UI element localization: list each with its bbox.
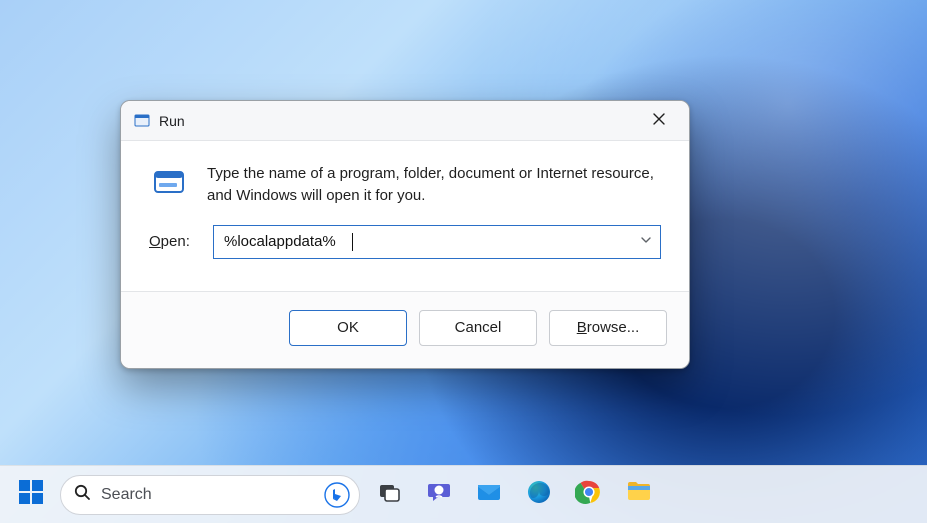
run-dialog: Run Type the name of a program, folder, … [120, 100, 690, 369]
close-icon [653, 112, 665, 130]
button-row: OK Cancel Browse... [121, 291, 689, 368]
folder-icon [625, 478, 653, 511]
dropdown-button[interactable] [632, 226, 660, 258]
start-button[interactable] [10, 474, 52, 516]
desktop: Run Type the name of a program, folder, … [0, 0, 927, 523]
mail-icon [475, 478, 503, 511]
close-button[interactable] [637, 107, 681, 135]
description-text: Type the name of a program, folder, docu… [207, 163, 661, 207]
chat-icon [426, 479, 452, 510]
task-view-icon [377, 480, 401, 509]
search-icon [73, 483, 91, 506]
chat-button[interactable] [418, 474, 460, 516]
windows-logo-icon [17, 478, 45, 511]
edge-button[interactable] [518, 474, 560, 516]
run-large-icon [149, 163, 189, 203]
open-input[interactable] [214, 226, 632, 258]
title-text: Run [159, 113, 185, 129]
run-icon [133, 112, 151, 130]
open-label: Open: [149, 233, 195, 250]
taskbar-search[interactable]: Search [60, 475, 360, 515]
dialog-body: Type the name of a program, folder, docu… [121, 141, 689, 217]
text-caret [352, 233, 353, 251]
bing-chat-icon[interactable] [323, 481, 351, 509]
cancel-button[interactable]: Cancel [419, 310, 537, 346]
edge-icon [525, 478, 553, 511]
search-placeholder: Search [101, 486, 313, 504]
open-combobox[interactable] [213, 225, 661, 259]
task-view-button[interactable] [368, 474, 410, 516]
browse-button[interactable]: Browse... [549, 310, 667, 346]
ok-button[interactable]: OK [289, 310, 407, 346]
open-row: Open: [121, 217, 689, 259]
titlebar: Run [121, 101, 689, 141]
mail-button[interactable] [468, 474, 510, 516]
taskbar: Search [0, 465, 927, 523]
chrome-icon [575, 478, 603, 511]
chevron-down-icon [640, 233, 652, 251]
file-explorer-button[interactable] [618, 474, 660, 516]
chrome-button[interactable] [568, 474, 610, 516]
